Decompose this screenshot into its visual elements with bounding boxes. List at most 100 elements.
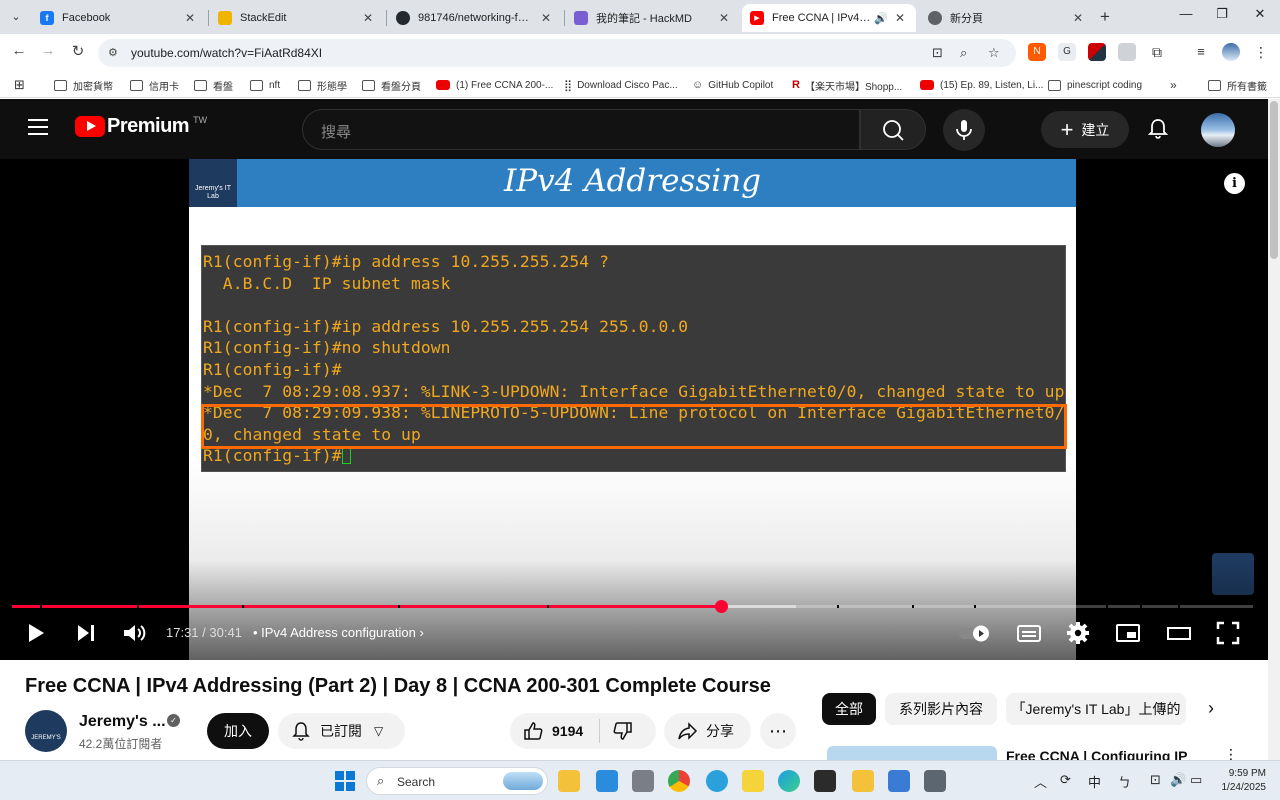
bookmark-folder[interactable]: 信用卡 bbox=[130, 77, 179, 93]
bookmarks-overflow-button[interactable]: » bbox=[1170, 77, 1177, 93]
page-scrollbar[interactable] bbox=[1268, 99, 1280, 760]
bookmark-site[interactable]: R 【楽天市場】Shopp... bbox=[792, 77, 902, 93]
close-icon[interactable]: ✕ bbox=[360, 11, 376, 25]
notifications-button[interactable] bbox=[1146, 117, 1170, 146]
tab-github[interactable]: 981746/networking-fundam ✕ bbox=[388, 4, 562, 32]
url-text[interactable]: youtube.com/watch?v=FiAatRd84XI bbox=[131, 46, 322, 60]
join-button[interactable]: 加入 bbox=[207, 713, 269, 749]
chip-all[interactable]: 全部 bbox=[822, 693, 876, 725]
play-icon[interactable] bbox=[26, 621, 46, 645]
chevron-up-icon[interactable]: ︿ bbox=[1034, 772, 1047, 791]
volume-tray-icon[interactable]: 🔊 bbox=[1170, 772, 1186, 788]
profile-avatar-icon[interactable] bbox=[1222, 43, 1240, 61]
edge-icon[interactable] bbox=[778, 770, 800, 792]
search-input[interactable]: 搜尋 bbox=[302, 109, 860, 150]
extension-g-icon[interactable]: G bbox=[1058, 43, 1076, 61]
chapter-title[interactable]: • IPv4 Address configuration › bbox=[253, 625, 424, 640]
scrollbar-thumb[interactable] bbox=[1270, 101, 1278, 259]
bookmark-site[interactable]: ⣿ Download Cisco Pac... bbox=[564, 77, 678, 93]
share-button[interactable]: 分享 bbox=[664, 713, 751, 749]
sync-icon[interactable]: ⟳ bbox=[1060, 772, 1071, 788]
progress-bar[interactable] bbox=[12, 605, 1253, 608]
bookmark-folder[interactable]: 看盤分頁 bbox=[362, 77, 421, 93]
reload-button[interactable]: ↻ bbox=[67, 42, 89, 60]
window-close-button[interactable]: ✕ bbox=[1240, 6, 1280, 22]
minimize-button[interactable]: — bbox=[1166, 6, 1206, 21]
menu-icon[interactable] bbox=[28, 119, 48, 140]
subscribed-button[interactable]: 已訂閱 ▽ bbox=[278, 713, 405, 749]
forward-button[interactable]: → bbox=[37, 42, 59, 59]
bookmark-youtube[interactable]: (15) Ep. 89, Listen, Li... bbox=[920, 77, 1043, 93]
account-avatar[interactable] bbox=[1201, 113, 1235, 147]
site-info-icon[interactable]: ⚙ bbox=[108, 46, 118, 59]
extension-new-icon[interactable]: N bbox=[1028, 43, 1046, 61]
calculator-icon[interactable] bbox=[924, 770, 946, 792]
close-icon[interactable]: ✕ bbox=[182, 11, 198, 25]
back-button[interactable]: ← bbox=[8, 42, 30, 59]
close-icon[interactable]: ✕ bbox=[1070, 11, 1086, 25]
chrome-menu-icon[interactable]: ⋮ bbox=[1252, 43, 1270, 61]
extensions-puzzle-icon[interactable]: ⧉ bbox=[1148, 43, 1166, 61]
notepad-icon[interactable] bbox=[888, 770, 910, 792]
extension-flag-icon[interactable] bbox=[1088, 43, 1106, 61]
extension-image-icon[interactable] bbox=[1118, 43, 1136, 61]
settings-gear-icon[interactable] bbox=[1066, 621, 1090, 645]
windows-start-icon[interactable] bbox=[334, 770, 356, 792]
media-control-icon[interactable]: ≡ bbox=[1192, 43, 1210, 61]
close-icon[interactable]: ✕ bbox=[892, 11, 908, 25]
tab-stackedit[interactable]: StackEdit ✕ bbox=[210, 4, 384, 32]
tab-facebook[interactable]: f Facebook ✕ bbox=[32, 4, 206, 32]
create-button[interactable]: + 建立 bbox=[1041, 111, 1129, 148]
folder-icon[interactable] bbox=[852, 770, 874, 792]
bookmark-folder[interactable]: 所有書籤 bbox=[1208, 77, 1267, 93]
file-explorer-icon[interactable] bbox=[558, 770, 580, 792]
bookmark-youtube[interactable]: (1) Free CCNA 200-... bbox=[436, 77, 553, 93]
new-tab-button[interactable]: + bbox=[1100, 7, 1110, 27]
video-player[interactable]: Jeremy's IT Lab IPv4 Addressing R1(confi… bbox=[0, 159, 1268, 660]
app-icon[interactable] bbox=[632, 770, 654, 792]
channel-name[interactable]: Jeremy's ... bbox=[79, 713, 166, 731]
app-icon[interactable] bbox=[742, 770, 764, 792]
scrubber-handle[interactable] bbox=[714, 600, 728, 613]
apps-grid-icon[interactable]: ⊞ bbox=[14, 77, 25, 93]
search-button[interactable] bbox=[860, 109, 926, 150]
close-icon[interactable]: ✕ bbox=[716, 11, 732, 25]
chrome-taskbar-icon[interactable] bbox=[668, 770, 690, 792]
tab-search-button[interactable]: ⌄ bbox=[6, 7, 26, 27]
bookmark-folder[interactable]: pinescript coding bbox=[1048, 77, 1142, 93]
miniplayer-icon[interactable] bbox=[1115, 621, 1141, 645]
chip-series[interactable]: 系列影片內容 bbox=[885, 693, 997, 725]
bookmark-site[interactable]: ☺ GitHub Copilot bbox=[692, 77, 773, 93]
thumbs-down-icon[interactable] bbox=[612, 720, 634, 742]
theater-mode-icon[interactable] bbox=[1166, 621, 1192, 645]
channel-avatar[interactable]: JEREMY'S bbox=[25, 710, 67, 752]
ime-mode-icon[interactable]: ㄅ bbox=[1118, 772, 1131, 791]
bookmark-folder[interactable]: nft bbox=[250, 77, 280, 93]
thumbs-up-icon[interactable] bbox=[522, 720, 544, 742]
network-icon[interactable]: ⊡ bbox=[1150, 772, 1161, 788]
bookmark-folder[interactable]: 形態學 bbox=[298, 77, 347, 93]
volume-icon[interactable] bbox=[122, 621, 148, 645]
tab-youtube-active[interactable]: ▶ Free CCNA | IPv4 Addr 🔊 ✕ bbox=[742, 4, 916, 32]
telegram-icon[interactable] bbox=[706, 770, 728, 792]
omnibox[interactable]: ⚙ youtube.com/watch?v=FiAatRd84XI ⊡ ⌕ ☆ bbox=[98, 39, 1016, 67]
next-video-icon[interactable] bbox=[76, 621, 96, 645]
terminal-icon[interactable] bbox=[814, 770, 836, 792]
youtube-logo[interactable]: Premium TW bbox=[75, 115, 207, 138]
recommended-thumbnail[interactable] bbox=[827, 746, 997, 760]
info-icon[interactable]: i bbox=[1224, 173, 1245, 194]
voice-search-button[interactable] bbox=[943, 109, 985, 151]
taskbar-search[interactable]: ⌕ Search bbox=[366, 767, 548, 795]
more-actions-button[interactable]: ⋯ bbox=[760, 713, 796, 749]
bookmark-folder[interactable]: 看盤 bbox=[194, 77, 233, 93]
chevron-right-icon[interactable]: › bbox=[1208, 698, 1214, 719]
battery-icon[interactable]: ▭ bbox=[1190, 772, 1202, 788]
chip-channel-uploads[interactable]: 「Jeremy's IT Lab」上傳的 bbox=[1006, 693, 1186, 725]
speaker-icon[interactable]: 🔊 bbox=[874, 12, 888, 25]
app-icon[interactable] bbox=[596, 770, 618, 792]
close-icon[interactable]: ✕ bbox=[538, 11, 554, 25]
maximize-button[interactable]: ❐ bbox=[1202, 6, 1242, 22]
install-app-icon[interactable]: ⊡ bbox=[932, 45, 943, 61]
like-count[interactable]: 9194 bbox=[552, 723, 583, 739]
tab-hackmd[interactable]: 我的筆記 - HackMD ✕ bbox=[566, 4, 740, 32]
